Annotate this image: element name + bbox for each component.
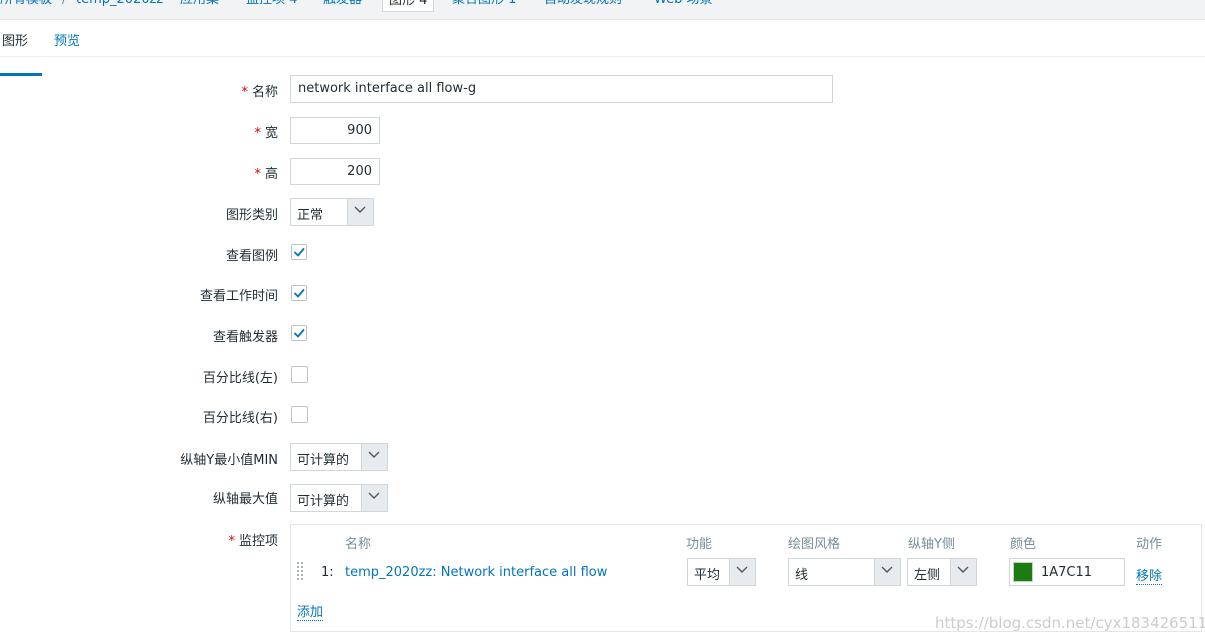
col-header-action: 动作 [1136,537,1163,552]
remove-item-link[interactable]: 移除 [1136,565,1163,585]
function-value: 平均 [694,568,721,583]
col-header-y-axis-side: 纵轴Y侧 [908,537,955,552]
ymax-value: 可计算的 [297,494,350,509]
breadcrumb-bar: 所有模板 / temp_2020zz 应用集 监控项 4 触发器 图形 4 聚合图形 1 自动发… [0,0,1205,20]
show-working-time-label: 查看工作时间 [199,289,278,304]
active-tab-indicator [0,73,42,76]
show-legend-label: 查看图例 [225,249,278,264]
col-header-function: 功能 [686,537,713,552]
color-value: 1A7C11 [1041,565,1093,580]
col-header-name: 名称 [345,537,372,552]
graph-type-select[interactable]: 正常 [290,198,374,226]
checkmark-icon [294,248,305,257]
percentile-right-label: 百分比线(右) [202,411,278,426]
width-label: * 宽 [254,126,278,141]
percentile-left-label: 百分比线(左) [202,371,278,386]
required-mark: * [241,85,248,100]
ymax-label: 纵轴最大值 [212,492,278,507]
breadcrumb-item-2[interactable]: temp_2020zz [76,0,163,10]
color-picker[interactable]: 1A7C11 [1009,558,1125,586]
breadcrumb-item-0[interactable]: 所有模板 [0,0,52,10]
ymax-select[interactable]: 可计算的 [290,484,388,512]
height-label: * 高 [254,167,278,182]
draw-style-value: 线 [795,568,809,583]
drag-handle-icon[interactable] [297,562,305,582]
chevron-down-icon [729,559,755,585]
color-swatch[interactable] [1013,562,1033,582]
name-input[interactable]: network interface all flow-g [290,75,833,103]
width-input[interactable]: 900 [290,117,380,144]
breadcrumb-separator: / [62,0,66,10]
checkmark-icon [294,289,305,298]
required-mark: * [228,534,235,549]
tab-graph[interactable]: 图形 [2,30,28,49]
show-triggers-label: 查看触发器 [212,330,278,345]
name-label: * 名称 [241,85,278,100]
show-triggers-checkbox[interactable] [291,325,307,341]
breadcrumb-item-7[interactable]: 聚合图形 1 [452,0,516,10]
percentile-right-checkbox[interactable] [291,406,308,423]
add-item-link[interactable]: 添加 [297,601,324,621]
draw-style-select[interactable]: 线 [788,558,901,586]
percentile-left-checkbox[interactable] [291,366,308,383]
col-header-color: 颜色 [1010,537,1037,552]
graph-type-value: 正常 [297,208,324,223]
chevron-down-icon [347,199,373,225]
y-axis-side-select[interactable]: 左侧 [907,558,977,586]
required-mark: * [254,167,261,182]
graph-type-label: 图形类别 [225,208,278,223]
required-mark: * [254,126,261,141]
item-name-link[interactable]: temp_2020zz: Network interface all flow [345,565,607,580]
chevron-down-icon [361,444,387,470]
breadcrumb-item-4[interactable]: 监控项 4 [246,0,297,10]
ymin-label: 纵轴Y最小值MIN [180,453,278,468]
ymin-value: 可计算的 [297,453,350,468]
show-legend-checkbox[interactable] [291,244,307,260]
breadcrumb-item-9[interactable]: Web 场景 [654,0,712,10]
col-header-draw-style: 绘图风格 [788,537,841,552]
ymin-select[interactable]: 可计算的 [290,443,388,471]
items-label: * 监控项 [228,534,278,549]
breadcrumb-item-5[interactable]: 触发器 [323,0,362,10]
breadcrumb-item-3[interactable]: 应用集 [180,0,219,10]
watermark: https://blog.csdn.net/cyx1834265118 [935,614,1205,632]
function-select[interactable]: 平均 [687,558,756,586]
show-working-time-checkbox[interactable] [291,285,307,301]
sub-tabs: 图形 预览 [0,20,1205,76]
chevron-down-icon [361,485,387,511]
item-index: 1: [321,565,334,580]
tab-preview[interactable]: 预览 [54,30,80,49]
chevron-down-icon [874,559,900,585]
breadcrumb-item-8[interactable]: 自动发现规则 [544,0,622,10]
chevron-down-icon [950,559,976,585]
y-axis-side-value: 左侧 [914,568,941,583]
checkmark-icon [294,329,305,338]
height-input[interactable]: 200 [290,158,380,185]
breadcrumb-item-6[interactable]: 图形 4 [382,0,435,12]
